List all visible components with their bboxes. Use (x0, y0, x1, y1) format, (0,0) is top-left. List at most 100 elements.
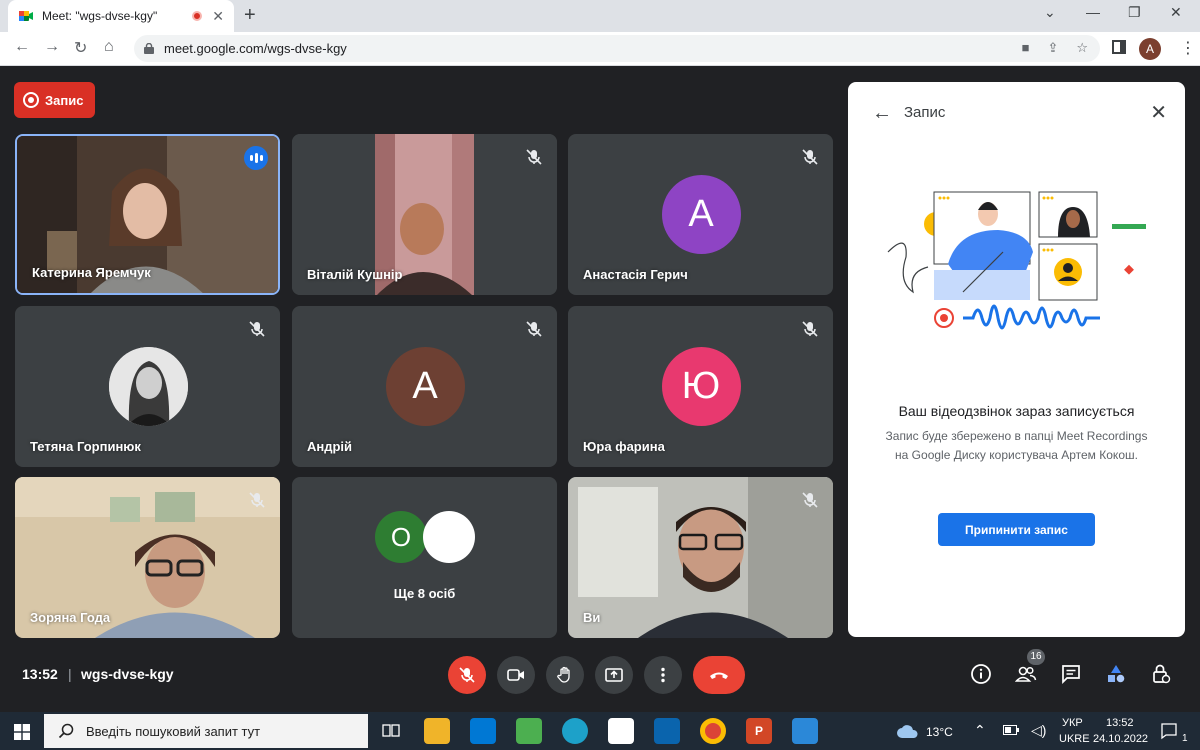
tab-close-icon[interactable]: ✕ (212, 8, 224, 25)
mail-icon[interactable] (654, 718, 680, 744)
chat-button[interactable] (1059, 662, 1083, 686)
people-button[interactable] (1014, 662, 1038, 686)
leave-call-button[interactable] (693, 656, 745, 694)
app-green-icon[interactable] (516, 718, 542, 744)
participant-name: Юра фарина (583, 439, 665, 454)
browser-tab-meet[interactable]: Meet: "wgs-dvse-kgy" ✕ (8, 0, 234, 32)
task-view-icon[interactable] (378, 718, 404, 744)
participant-tile[interactable]: Віталій Кушнір (292, 134, 557, 295)
url-text: meet.google.com/wgs-dvse-kgy (164, 41, 347, 56)
participant-name: Ви (583, 610, 601, 625)
avatar: А (385, 347, 465, 426)
notification-count: 1 (1182, 733, 1188, 744)
self-view-tile[interactable]: Ви (568, 477, 833, 638)
back-arrow-icon[interactable]: ← (14, 38, 30, 56)
edge-icon[interactable] (562, 718, 588, 744)
info-icon (971, 664, 991, 684)
close-icon[interactable]: ✕ (1150, 100, 1167, 125)
camera-in-use-icon[interactable]: ■ (1022, 40, 1030, 56)
notifications-icon[interactable] (1160, 722, 1178, 740)
movies-app-icon[interactable] (792, 718, 818, 744)
participant-tile[interactable]: Тетяна Горпинюк (15, 306, 280, 467)
record-icon (23, 92, 39, 108)
recording-panel: ← Запис ✕ Ваш відеодзвінок зараз записує… (848, 82, 1185, 637)
present-screen-button[interactable] (595, 656, 633, 694)
avatar: Ю (661, 347, 741, 426)
participant-name: Катерина Яремчук (32, 265, 151, 280)
tray-chevron-up-icon[interactable]: ⌃ (974, 722, 986, 739)
profile-avatar[interactable]: A (1139, 38, 1161, 60)
avatar (108, 347, 188, 426)
more-participants-avatars: О (375, 511, 475, 563)
speaker-icon[interactable]: ◁) (1031, 722, 1046, 739)
meet-favicon-icon (19, 11, 33, 21)
participant-tile[interactable]: Зоряна Года (15, 477, 280, 638)
file-explorer-icon[interactable] (424, 718, 450, 744)
participant-tile[interactable]: Катерина Яремчук (15, 134, 280, 295)
host-controls-button[interactable] (1149, 662, 1173, 686)
windows-taskbar: Введіть пошуковий запит тут P 13°C ⌃ ◁) … (0, 712, 1200, 750)
taskbar-date[interactable]: 24.10.2022 (1093, 733, 1148, 745)
activities-button[interactable] (1104, 662, 1128, 686)
home-icon[interactable]: ⌂ (104, 38, 114, 56)
speaking-indicator-icon (244, 146, 268, 170)
stop-recording-button[interactable]: Припинити запис (938, 513, 1095, 546)
reload-icon[interactable]: ↻ (74, 38, 87, 58)
recording-badge[interactable]: Запис (14, 82, 95, 118)
camera-icon (507, 669, 524, 681)
meeting-details-button[interactable] (969, 662, 993, 686)
mic-off-icon (802, 321, 818, 337)
battery-icon[interactable] (1003, 725, 1019, 735)
close-window-icon[interactable]: ✕ (1170, 4, 1182, 21)
tab-title: Meet: "wgs-dvse-kgy" (42, 9, 158, 23)
taskbar-search-box[interactable]: Введіть пошуковий запит тут (44, 714, 368, 748)
more-participants-tile[interactable]: О Ще 8 осіб (292, 477, 557, 638)
bookmark-star-icon[interactable]: ☆ (1076, 40, 1088, 56)
address-bar[interactable]: meet.google.com/wgs-dvse-kgy ■ ⇪ ☆ (134, 35, 1100, 62)
raise-hand-button[interactable] (546, 656, 584, 694)
weather-temperature[interactable]: 13°C (926, 725, 953, 739)
activities-icon (1108, 665, 1125, 683)
meeting-clock: 13:52 (22, 666, 58, 682)
browser-tabstrip: Meet: "wgs-dvse-kgy" ✕ + ⌄ — ❐ ✕ (0, 0, 1200, 32)
weather-cloud-icon[interactable] (896, 722, 920, 740)
recording-label: Запис (45, 92, 84, 108)
lock-icon (144, 43, 154, 54)
tab-recording-icon (192, 11, 203, 21)
people-count-badge: 16 (1027, 649, 1045, 665)
chrome-icon[interactable] (700, 718, 726, 744)
notepad-icon[interactable] (608, 718, 634, 744)
participant-tile[interactable]: Ю Юра фарина (568, 306, 833, 467)
mic-off-icon (459, 667, 475, 683)
panel-description: Запис буде збережено в папці Meet Record… (885, 429, 1148, 462)
new-tab-icon[interactable]: + (244, 4, 256, 27)
share-icon[interactable]: ⇪ (1047, 40, 1058, 56)
windows-start-icon[interactable] (14, 724, 30, 740)
powerpoint-icon[interactable]: P (746, 718, 772, 744)
back-arrow-icon[interactable]: ← (872, 102, 892, 125)
camera-toggle-button[interactable] (497, 656, 535, 694)
avatar: О (375, 511, 427, 563)
taskbar-time[interactable]: 13:52 (1106, 717, 1134, 729)
taskbar-search-placeholder: Введіть пошуковий запит тут (86, 723, 261, 739)
language-indicator-sub: UKRE (1059, 733, 1090, 745)
browser-menu-icon[interactable]: ⋮ (1180, 38, 1196, 58)
more-participants-label: Ще 8 осіб (393, 586, 456, 601)
mic-off-icon (526, 149, 542, 165)
avatar: А (661, 175, 741, 254)
mic-off-icon (526, 321, 542, 337)
mic-toggle-button[interactable] (448, 656, 486, 694)
participant-tile[interactable]: А Анастасія Герич (568, 134, 833, 295)
language-indicator[interactable]: УКР (1062, 717, 1083, 729)
tab-search-chevron-icon[interactable]: ⌄ (1044, 4, 1056, 21)
side-panel-icon[interactable] (1112, 40, 1126, 54)
participant-name: Тетяна Горпинюк (30, 439, 141, 454)
more-options-button[interactable] (644, 656, 682, 694)
restore-icon[interactable]: ❐ (1128, 4, 1141, 21)
mic-off-icon (249, 321, 265, 337)
store-icon[interactable] (470, 718, 496, 744)
forward-arrow-icon[interactable]: → (44, 38, 60, 56)
participant-tile[interactable]: А Андрій (292, 306, 557, 467)
avatar (423, 511, 475, 563)
minimize-icon[interactable]: — (1086, 4, 1100, 20)
